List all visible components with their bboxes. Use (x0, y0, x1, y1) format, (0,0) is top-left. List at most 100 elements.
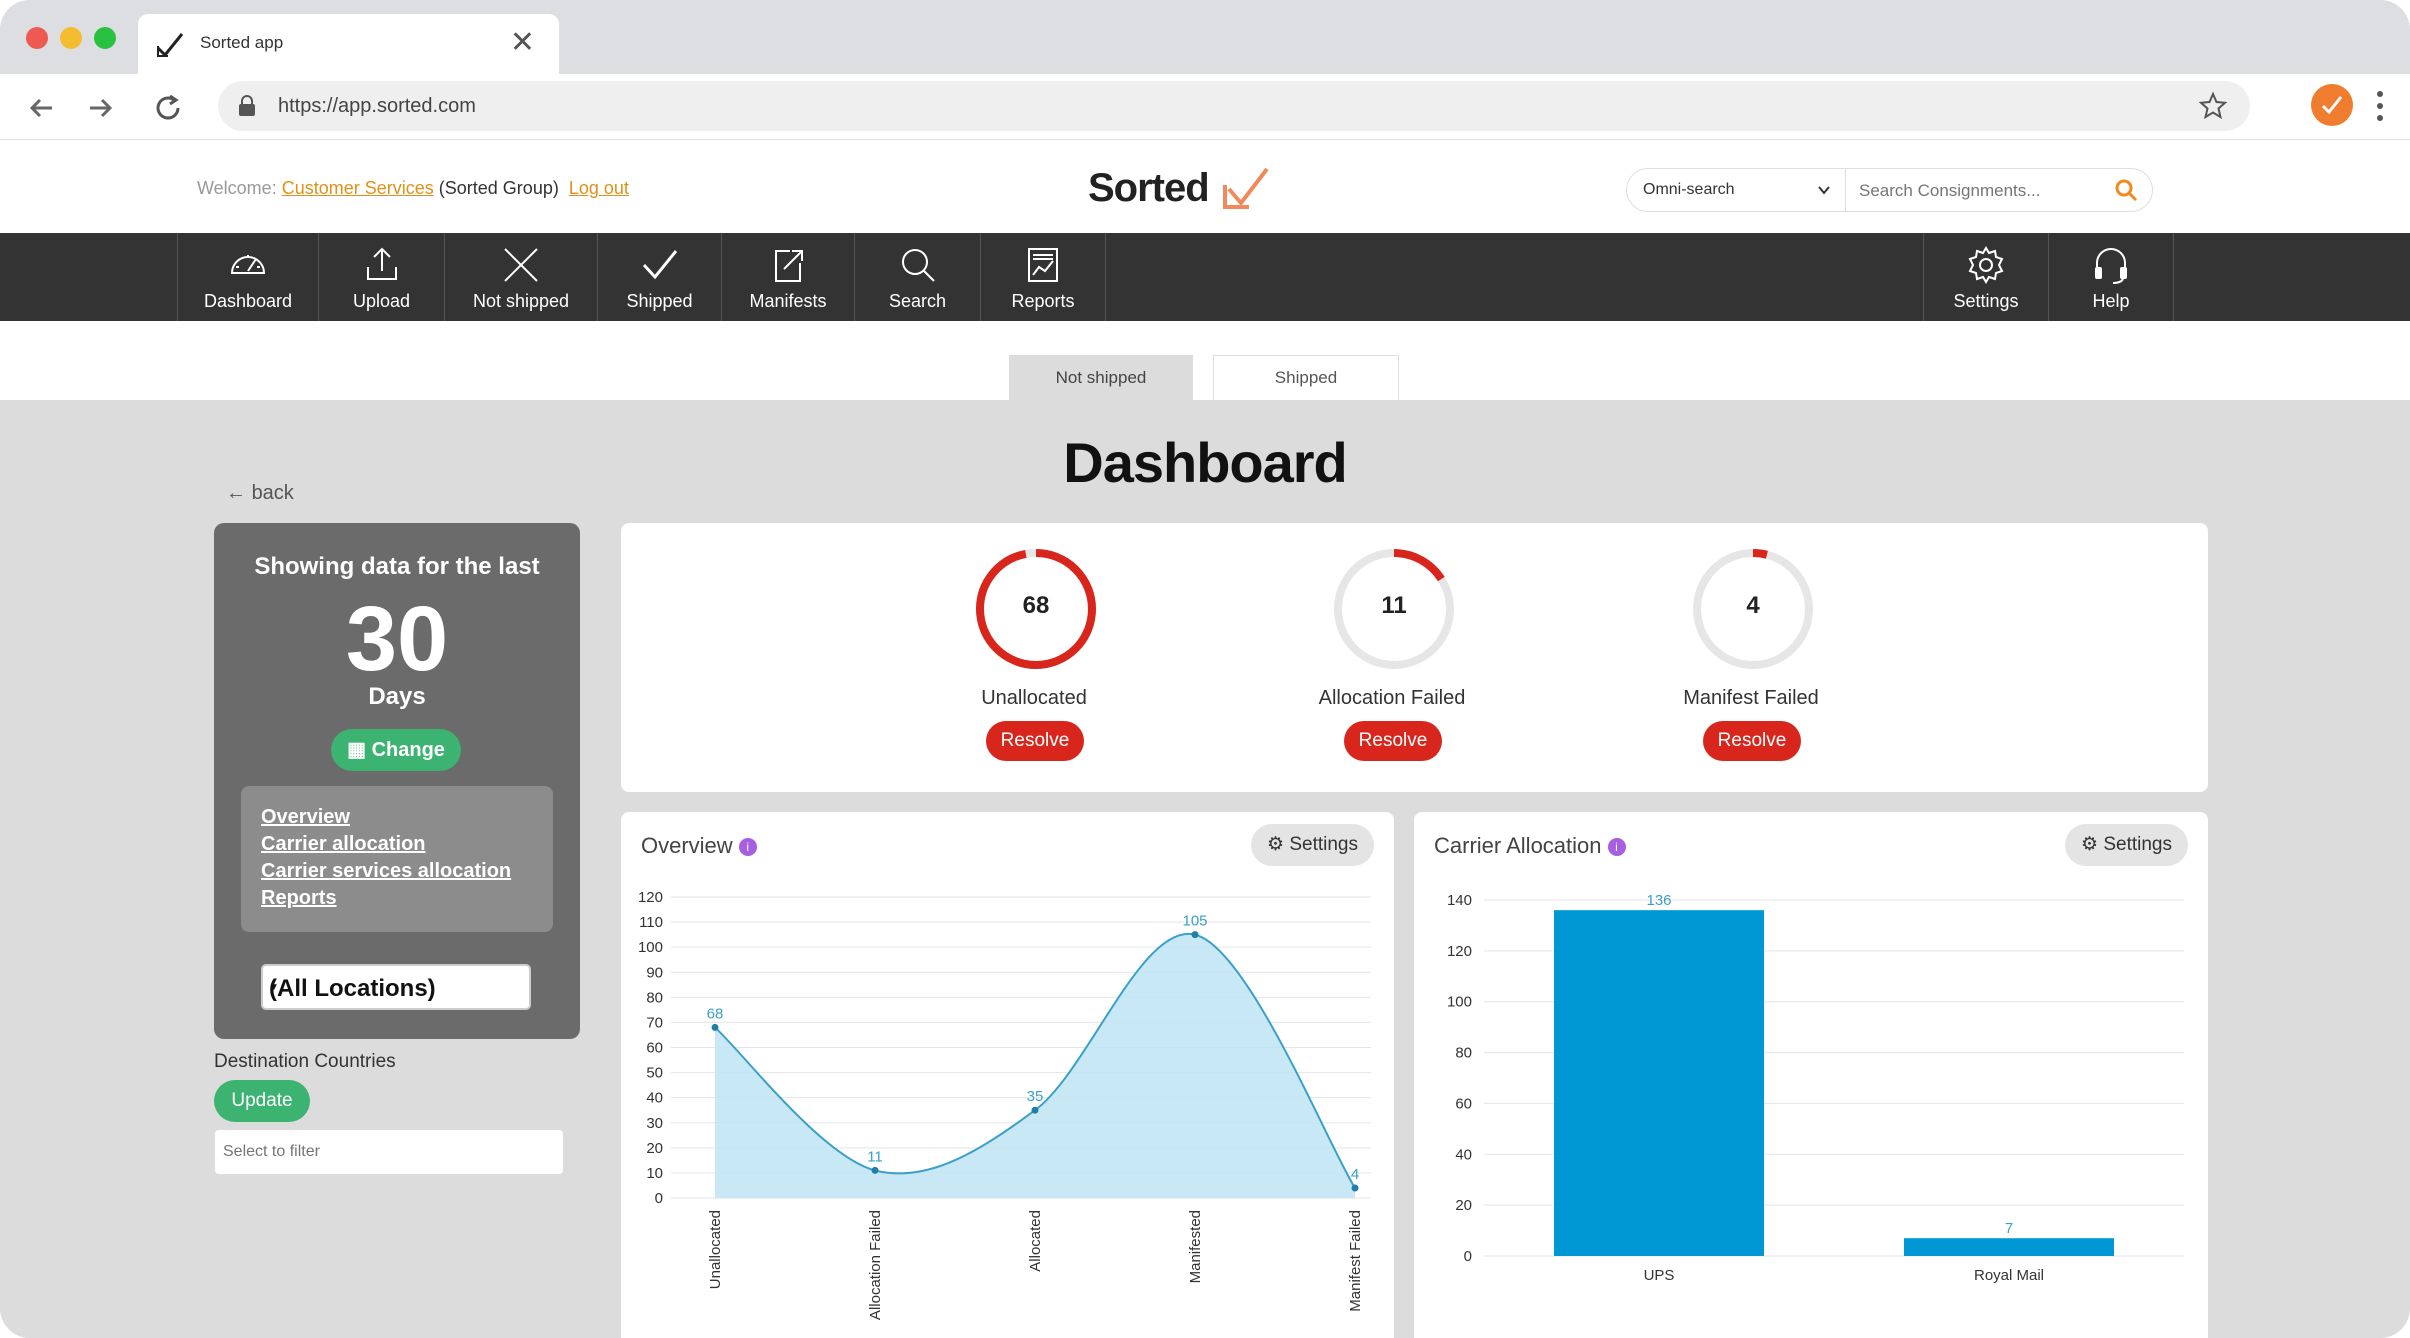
change-label: Change (371, 739, 445, 761)
y-tick-label: 80 (646, 989, 663, 1006)
browser-menu-icon[interactable] (2376, 86, 2384, 126)
data-label: 105 (1182, 913, 1207, 930)
info-icon[interactable]: i (738, 838, 757, 856)
nav-label: Shipped (626, 291, 693, 311)
location-select[interactable]: (All Locations) ▼ (261, 964, 531, 1010)
tab-title: Sorted app (200, 33, 284, 52)
x-tick-label: Manifest Failed (1347, 1210, 1364, 1312)
nav-dashboard[interactable]: Dashboard (177, 233, 319, 321)
nav-manifests[interactable]: Manifests (721, 233, 855, 321)
nav-reports[interactable]: Reports (980, 233, 1106, 321)
reports-icon (1028, 248, 1058, 282)
calendar-icon: ▦ (347, 739, 366, 761)
data-point[interactable] (871, 1166, 879, 1174)
omni-search-select[interactable]: Omni-search (1627, 169, 1846, 211)
link-reports[interactable]: Reports (261, 885, 533, 912)
forward-arrow-icon[interactable] (80, 88, 120, 128)
logout-link[interactable]: Log out (569, 178, 629, 198)
x-tick-label: Unallocated (707, 1210, 724, 1289)
link-overview[interactable]: Overview (261, 804, 533, 831)
days-value: 30 (345, 588, 449, 690)
bar[interactable] (1904, 1238, 2114, 1256)
nav-search[interactable]: Search (854, 233, 981, 321)
gear-icon (1968, 246, 2004, 284)
bookmark-star-icon[interactable] (2198, 91, 2228, 121)
nav-shipped[interactable]: Shipped (597, 233, 722, 321)
bar[interactable] (1554, 910, 1764, 1256)
profile-avatar[interactable] (2311, 84, 2353, 126)
nav-label: Manifests (749, 291, 827, 311)
data-point[interactable] (711, 1023, 719, 1031)
carrier-settings-button[interactable]: ⚙ Settings (2065, 824, 2188, 866)
gauge-icon (230, 255, 266, 274)
user-link[interactable]: Customer Services (282, 178, 434, 198)
y-tick-label: 30 (646, 1115, 663, 1132)
nav-upload[interactable]: Upload (318, 233, 445, 321)
nav-settings[interactable]: Settings (1923, 233, 2049, 321)
x-tick-label: Manifested (1187, 1210, 1204, 1283)
url-box[interactable]: https://app.sorted.com (218, 81, 2250, 131)
y-tick-label: 100 (1447, 994, 1472, 1011)
dashboard-content: Dashboard ← back Showing data for the la… (0, 400, 2410, 1338)
nav-label: Upload (352, 291, 411, 311)
destination-countries-label: Destination Countries (214, 1051, 396, 1072)
gauge-unallocated: 68 Unallocated Resolve (884, 547, 1184, 767)
days-label: Days (368, 683, 426, 710)
gauge-label: Manifest Failed (1683, 687, 1819, 709)
back-arrow-icon[interactable] (22, 88, 62, 128)
maximize-window-button[interactable] (94, 27, 116, 49)
data-label: 11 (867, 1148, 883, 1165)
update-button[interactable]: Update (214, 1080, 310, 1122)
link-carrier-services-allocation[interactable]: Carrier services allocation (261, 858, 533, 885)
sorted-logo[interactable]: Sorted (1088, 160, 1273, 216)
overview-settings-button[interactable]: ⚙ Settings (1251, 824, 1374, 866)
gauge-label: Allocation Failed (1318, 687, 1466, 709)
manifest-icon (775, 250, 803, 282)
gauge-manifest-failed: 4 Manifest Failed Resolve (1601, 547, 1901, 767)
y-tick-label: 80 (1455, 1045, 1472, 1062)
data-point[interactable] (1191, 931, 1199, 939)
nav-help[interactable]: Help (2048, 233, 2174, 321)
carrier-chart: 0 20 40 60 80 100 120 140 136 UPS 7 Royal Mail (1447, 892, 2184, 1284)
y-tick-label: 110 (639, 914, 663, 931)
logo-tick-icon (1222, 167, 1269, 209)
x-icon (504, 248, 538, 282)
y-tick-label: 40 (646, 1090, 663, 1107)
main-nav: Dashboard Upload Not shipped Shipped Man… (0, 233, 2410, 321)
resolve-button[interactable]: Resolve (1703, 721, 1801, 761)
resolve-button[interactable]: Resolve (986, 721, 1084, 761)
browser-tab[interactable]: Sorted app ✕ (138, 14, 559, 74)
y-tick-label: 20 (646, 1140, 663, 1157)
tab-shipped[interactable]: Shipped (1213, 355, 1399, 400)
report-links: Overview Carrier allocation Carrier serv… (241, 786, 553, 932)
y-tick-label: 0 (655, 1190, 663, 1207)
tab-not-shipped[interactable]: Not shipped (1009, 355, 1193, 400)
close-window-button[interactable] (26, 27, 48, 49)
x-tick-label: Royal Mail (1974, 1267, 2044, 1284)
country-filter-input[interactable] (214, 1129, 564, 1175)
gear-icon: ⚙ (2081, 834, 2099, 855)
tab-close-icon[interactable]: ✕ (510, 28, 535, 58)
nav-not-shipped[interactable]: Not shipped (444, 233, 598, 321)
minimize-window-button[interactable] (60, 27, 82, 49)
back-link[interactable]: ← back (226, 482, 294, 505)
data-point[interactable] (1031, 1106, 1039, 1114)
nav-label: Dashboard (203, 291, 293, 311)
data-point[interactable] (1351, 1184, 1359, 1192)
search-consignments-input[interactable] (1859, 181, 2099, 201)
reload-icon[interactable] (148, 88, 188, 128)
welcome-prefix: Welcome: (197, 178, 277, 198)
change-button[interactable]: ▦ Change (331, 729, 461, 771)
welcome-message: Welcome: Customer Services (Sorted Group… (197, 178, 629, 199)
search-icon[interactable] (2114, 178, 2138, 202)
gauge-label: Unallocated (981, 687, 1087, 709)
link-carrier-allocation[interactable]: Carrier allocation (261, 831, 533, 858)
info-icon[interactable]: i (1607, 838, 1626, 856)
resolve-button[interactable]: Resolve (1344, 721, 1442, 761)
sorted-tick-icon (156, 33, 184, 58)
omni-search-bar: Omni-search (1626, 168, 2153, 212)
dropdown-arrow-icon: ▼ (269, 982, 279, 993)
data-label: 35 (1027, 1088, 1044, 1105)
overview-title: Overview i (641, 833, 757, 859)
search-icon (901, 249, 935, 282)
